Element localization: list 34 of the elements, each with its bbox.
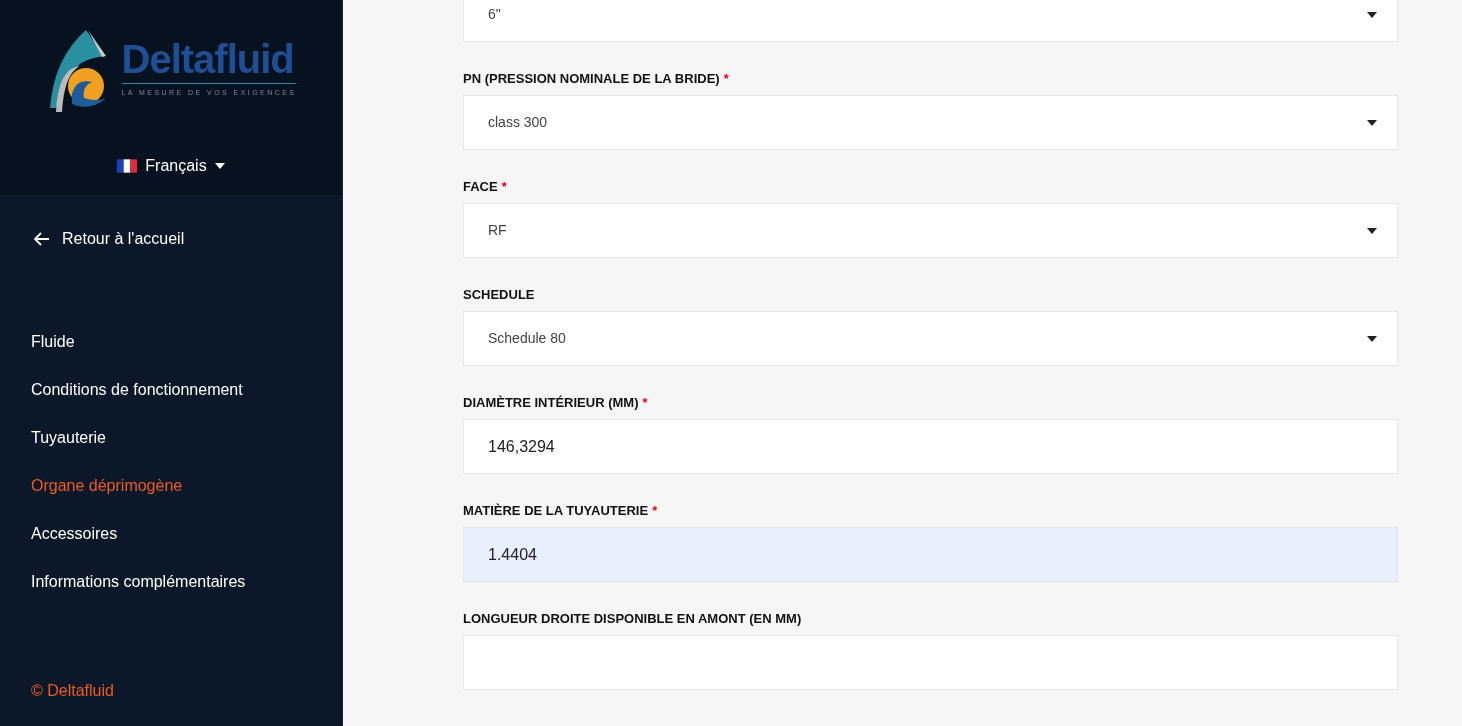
input-field[interactable]	[463, 635, 1398, 690]
nav-item[interactable]: Tuyauterie	[31, 427, 106, 449]
copyright: © Deltafluid	[31, 681, 114, 701]
required-asterisk: *	[723, 71, 729, 87]
select-field[interactable]: 6"	[463, 0, 1398, 42]
field-label: MATIÈRE DE LA TUYAUTERIE	[463, 503, 649, 519]
nav-item[interactable]: Informations complémentaires	[31, 571, 246, 593]
input-field[interactable]: 1.4404	[463, 527, 1398, 582]
caret-icon	[1367, 119, 1377, 126]
field-label: PN (PRESSION NOMINALE DE LA BRIDE)	[463, 71, 720, 87]
caret-icon	[1367, 11, 1377, 18]
caret-icon	[214, 163, 225, 169]
caret-icon	[1367, 227, 1377, 234]
arrow-left-icon	[34, 232, 50, 246]
required-asterisk: *	[652, 503, 658, 519]
field-label: LONGUEUR DROITE DISPONIBLE EN AMONT (EN MM)	[463, 611, 802, 627]
select-field[interactable]: Schedule 80	[463, 311, 1398, 366]
nav-item[interactable]: Accessoires	[31, 523, 118, 545]
field-label: FACE	[463, 179, 498, 195]
nav-item[interactable]: Conditions de fonctionnement	[31, 379, 243, 401]
select-field[interactable]: RF	[463, 203, 1398, 258]
field-label: SCHEDULE	[463, 287, 535, 303]
nav-item[interactable]: Fluide	[31, 331, 75, 353]
caret-icon	[1367, 335, 1377, 342]
field-label: DIAMÈTRE INTÉRIEUR (MM)	[463, 395, 639, 411]
required-asterisk: *	[642, 395, 648, 411]
select-field[interactable]: class 300	[463, 95, 1398, 150]
required-asterisk: *	[501, 179, 507, 195]
nav-item[interactable]: Organe déprimogène	[31, 475, 183, 497]
language-selector[interactable]: Français	[117, 154, 225, 178]
back-link[interactable]: Retour à l'accueil	[34, 227, 185, 251]
input-field[interactable]: 146,3294	[463, 419, 1398, 474]
logo-wordmark: Deltafluid	[121, 39, 297, 85]
flag-icon	[117, 159, 138, 173]
